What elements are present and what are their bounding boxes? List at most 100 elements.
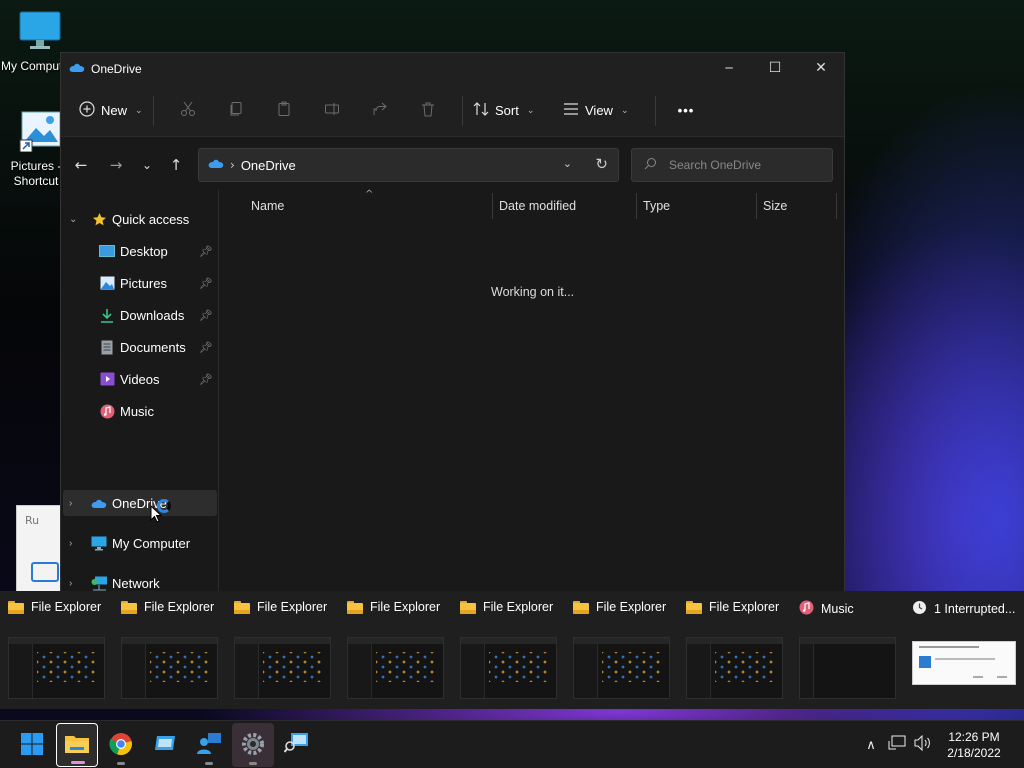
taskbar-settings[interactable] — [232, 723, 274, 767]
chevron-right-icon[interactable]: › — [69, 498, 72, 509]
column-divider[interactable] — [636, 193, 637, 219]
share-button[interactable] — [356, 94, 404, 128]
window-thumbnail — [799, 637, 896, 699]
folder-icon — [234, 600, 250, 614]
run-icon — [31, 562, 59, 582]
switcher-item-file-explorer[interactable]: File Explorer — [452, 591, 565, 709]
refresh-icon[interactable]: ↻ — [595, 155, 608, 173]
recent-locations-button[interactable]: ⌄ — [135, 153, 159, 177]
sort-ascending-icon: ^ — [365, 189, 374, 200]
switcher-item-music[interactable]: Music — [791, 591, 904, 709]
busy-spinner-icon — [157, 499, 171, 513]
sidebar-item-label: Documents — [120, 339, 186, 355]
file-explorer-window[interactable]: OneDrive ─ ☐ ✕ New ⌄ Sort ⌄ View ⌄ ••• ←… — [60, 52, 845, 592]
pictures-icon — [98, 275, 116, 291]
taskbar-people[interactable] — [188, 723, 230, 767]
clock[interactable]: 12:26 PM 2/18/2022 — [936, 729, 1012, 761]
view-button[interactable]: View ⌄ — [563, 94, 645, 128]
copy-button[interactable] — [212, 94, 260, 128]
loading-status-text: Working on it... — [491, 285, 575, 299]
rename-button[interactable] — [308, 94, 356, 128]
sidebar-item-desktop[interactable]: Desktop 📌︎ — [63, 238, 217, 264]
toolbar-divider — [153, 95, 154, 126]
breadcrumb-onedrive[interactable]: OneDrive — [241, 158, 296, 173]
taskbar-file-explorer[interactable] — [56, 723, 98, 767]
taskbar-chrome[interactable] — [100, 723, 142, 767]
column-header-type[interactable]: Type — [643, 193, 670, 219]
switcher-item-interrupted[interactable]: 1 Interrupted... — [904, 591, 1024, 709]
switcher-item-file-explorer[interactable]: File Explorer — [113, 591, 226, 709]
sidebar-item-pictures[interactable]: Pictures 📌︎ — [63, 270, 217, 296]
title-bar[interactable]: OneDrive ─ ☐ ✕ — [61, 53, 844, 85]
running-indicator — [71, 761, 85, 764]
run-dialog-peek[interactable]: Ru — [16, 505, 64, 595]
address-bar[interactable]: › OneDrive ⌄ ↻ — [198, 148, 619, 182]
close-button[interactable]: ✕ — [798, 53, 844, 83]
arrow-left-icon: ← — [74, 156, 88, 174]
close-icon: ✕ — [815, 60, 827, 76]
chevron-right-icon[interactable]: › — [69, 578, 72, 589]
file-list[interactable]: ^ Name Date modified Type Size Working o… — [219, 189, 844, 591]
switcher-item-label: File Explorer — [709, 600, 780, 614]
switcher-item-label: File Explorer — [370, 600, 441, 614]
taskbar-network-search[interactable] — [276, 723, 318, 767]
switcher-item-file-explorer[interactable]: File Explorer — [0, 591, 113, 709]
switcher-item-label: 1 Interrupted... — [934, 602, 1016, 616]
show-hidden-icons-button[interactable]: ∧ — [858, 738, 884, 753]
column-divider[interactable] — [836, 193, 837, 219]
window-thumbnail — [912, 641, 1016, 685]
sidebar-item-downloads[interactable]: Downloads 📌︎ — [63, 302, 217, 328]
chevron-down-icon[interactable]: ⌄ — [69, 214, 77, 225]
sidebar-item-videos[interactable]: Videos 📌︎ — [63, 366, 217, 392]
sidebar-item-my-computer[interactable]: › My Computer — [63, 530, 217, 556]
pin-icon: 📌︎ — [199, 373, 213, 386]
switcher-item-label: Music — [821, 602, 854, 616]
maximize-button[interactable]: ☐ — [752, 53, 798, 83]
clock-date: 2/18/2022 — [947, 746, 1001, 760]
run-dialog-title: Ru — [25, 514, 40, 527]
task-switcher: File Explorer File Explorer File Explore… — [0, 591, 1024, 709]
chevron-right-icon[interactable]: › — [69, 538, 72, 549]
delete-button[interactable] — [404, 94, 452, 128]
sidebar-item-label: Pictures — [120, 275, 167, 291]
up-button[interactable]: ↑ — [164, 153, 188, 177]
column-header-date-modified[interactable]: Date modified — [499, 193, 576, 219]
column-divider[interactable] — [756, 193, 757, 219]
column-header-size[interactable]: Size — [763, 193, 787, 219]
sidebar-item-music[interactable]: Music — [63, 398, 217, 424]
switcher-item-file-explorer[interactable]: File Explorer — [565, 591, 678, 709]
start-button[interactable] — [11, 723, 53, 767]
toolbar-divider — [655, 95, 656, 126]
sort-button[interactable]: Sort ⌄ — [473, 94, 551, 128]
taskbar-remote-desktop[interactable] — [144, 723, 186, 767]
address-dropdown-icon[interactable]: ⌄ — [563, 157, 572, 170]
search-box[interactable]: Search OneDrive — [631, 148, 833, 182]
forward-button[interactable]: → — [104, 153, 128, 177]
sidebar-item-documents[interactable]: Documents 📌︎ — [63, 334, 217, 360]
window-thumbnail — [234, 637, 331, 699]
minimize-button[interactable]: ─ — [706, 53, 752, 83]
command-bar: New ⌄ Sort ⌄ View ⌄ ••• — [61, 85, 844, 137]
see-more-button[interactable]: ••• — [666, 94, 706, 128]
switcher-item-file-explorer[interactable]: File Explorer — [678, 591, 791, 709]
minimize-icon: ─ — [725, 61, 733, 75]
column-header-name[interactable]: Name — [251, 193, 284, 219]
network-status-button[interactable] — [884, 735, 910, 755]
new-button[interactable]: New ⌄ — [79, 94, 143, 128]
paste-button[interactable] — [260, 94, 308, 128]
cut-button[interactable] — [164, 94, 212, 128]
desktop-icon-label: Pictures - Shortcut — [10, 159, 62, 188]
clipboard-icon — [276, 101, 292, 120]
sidebar-item-onedrive[interactable]: › OneDrive — [63, 490, 217, 516]
toolbar-divider — [462, 95, 463, 126]
switcher-item-file-explorer[interactable]: File Explorer — [226, 591, 339, 709]
volume-button[interactable] — [910, 734, 936, 755]
chevron-down-icon: ⌄ — [620, 105, 629, 115]
switcher-item-file-explorer[interactable]: File Explorer — [339, 591, 452, 709]
onedrive-cloud-icon — [90, 495, 108, 511]
sidebar-item-label: Quick access — [112, 211, 190, 227]
column-divider[interactable] — [492, 193, 493, 219]
back-button[interactable]: ← — [69, 153, 93, 177]
window-thumbnail — [460, 637, 557, 699]
sidebar-item-quick-access[interactable]: ⌄ Quick access — [63, 206, 217, 232]
